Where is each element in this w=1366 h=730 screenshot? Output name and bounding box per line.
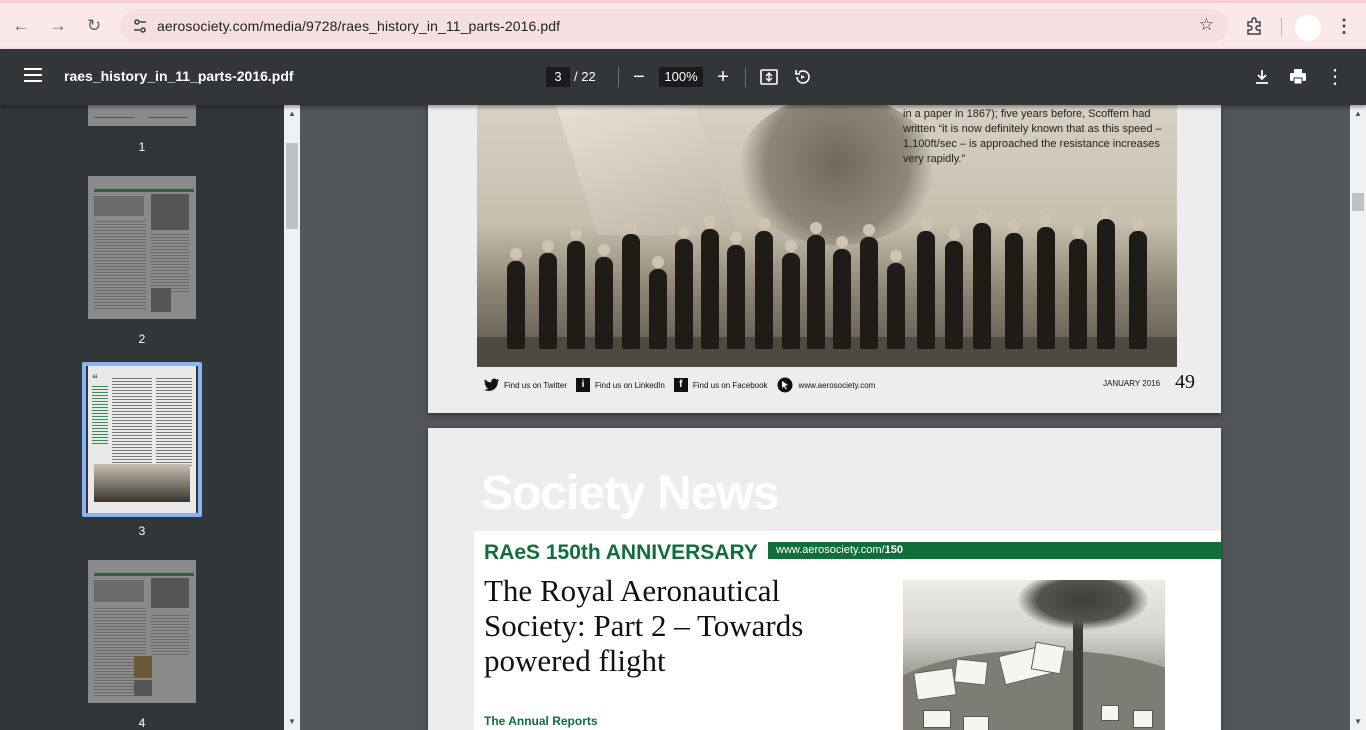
scrollbar-thumb[interactable] [1352,193,1364,211]
thumbnail-page-2[interactable] [88,176,196,319]
pdf-page: Society News RAeS 150th ANNIVERSARY www.… [428,428,1221,730]
address-bar[interactable]: aerosociety.com/media/9728/raes_history_… [120,9,1228,43]
main-scrollbar[interactable]: ▲ ▼ [1350,105,1366,730]
avatar[interactable] [1295,15,1321,41]
facebook-label: Find us on Facebook [692,380,768,390]
website-link[interactable]: www.aerosociety.com [777,377,876,393]
page-number-input[interactable]: 3 [546,67,570,87]
issue-date: JANUARY 2016 [1103,379,1161,388]
toolbar-divider [1281,17,1282,37]
browser-toolbar: ← → ↻ aerosociety.com/media/9728/raes_hi… [0,0,1366,49]
site-info-icon[interactable] [132,18,148,34]
menu-icon[interactable] [24,68,42,82]
page-folio: 49 [1175,371,1195,393]
caption-text: in a paper in 1867); five years before, … [903,108,1162,165]
facebook-icon: f [673,378,688,392]
website-label: www.aerosociety.com [798,380,876,390]
pdf-page: in a paper in 1867); five years before, … [428,105,1221,413]
pdf-more-icon[interactable]: ⋮ [1322,63,1348,91]
linkedin-link[interactable]: i Find us on LinkedIn [576,378,665,392]
thumbnail-sidebar: 1 2 “ 3 4 [0,105,284,730]
society-news-banner: Society News [481,467,779,520]
more-icon[interactable]: ⋮ [1335,16,1353,36]
sidebar-scrollbar[interactable]: ▲ ▼ [284,105,300,730]
download-icon[interactable] [1252,67,1272,87]
star-icon[interactable]: ☆ [1199,15,1214,35]
scrollbar-thumb[interactable] [286,143,298,229]
link-prefix: www.aerosociety.com/ [776,544,885,556]
scroll-up-icon[interactable]: ▲ [1353,109,1363,118]
thumbnail-page-3[interactable]: “ [88,366,196,513]
thumbnail-page-4[interactable] [88,560,196,703]
section-heading: The Annual Reports [484,714,598,728]
toolbar-divider [745,67,746,87]
linkedin-icon: i [576,378,590,392]
twitter-link[interactable]: Find us on Twitter [484,378,567,392]
scroll-down-icon[interactable]: ▼ [287,717,297,726]
twitter-label: Find us on Twitter [504,380,567,390]
reload-icon[interactable]: ↻ [83,15,105,37]
extensions-icon[interactable] [1244,16,1264,36]
twitter-icon [484,378,500,391]
url-text[interactable]: aerosociety.com/media/9728/raes_history_… [157,18,560,34]
linkedin-label: Find us on LinkedIn [595,380,665,390]
toolbar-divider [618,67,619,87]
thumbnail-page-1[interactable] [88,105,196,126]
zoom-in-icon[interactable]: + [710,63,736,91]
zoom-out-icon[interactable]: − [626,63,652,91]
thumbnail-label: 2 [138,332,146,346]
fit-page-icon[interactable] [759,67,779,87]
thumbnail-label: 4 [138,716,146,730]
facebook-link[interactable]: f Find us on Facebook [673,378,768,392]
rotate-icon[interactable] [793,67,813,87]
scroll-down-icon[interactable]: ▼ [1353,717,1363,726]
anniversary-heading: RAeS 150th ANNIVERSARY [484,541,758,564]
thumbnail-label: 1 [138,140,146,154]
back-icon[interactable]: ← [10,15,32,37]
zoom-input[interactable]: 100% [659,67,703,87]
link-suffix: 150 [884,544,903,556]
page-total: / 22 [574,69,596,84]
forward-icon[interactable]: → [47,15,69,37]
scroll-up-icon[interactable]: ▲ [287,109,297,118]
article-area: RAeS 150th ANNIVERSARY www.aerosociety.c… [474,531,1221,730]
cursor-icon [777,377,793,393]
anniversary-link-bar[interactable]: www.aerosociety.com/150 [768,542,1221,559]
document-title: raes_history_in_11_parts-2016.pdf [64,68,294,84]
print-icon[interactable] [1288,67,1308,87]
article-title: The Royal Aeronautical Society: Part 2 –… [484,573,804,678]
thumbnail-label: 3 [138,524,146,538]
page-footer: Find us on Twitter i Find us on LinkedIn… [484,377,884,393]
pdf-toolbar: raes_history_in_11_parts-2016.pdf 3 / 22… [0,49,1366,105]
kite-photo [903,580,1165,730]
